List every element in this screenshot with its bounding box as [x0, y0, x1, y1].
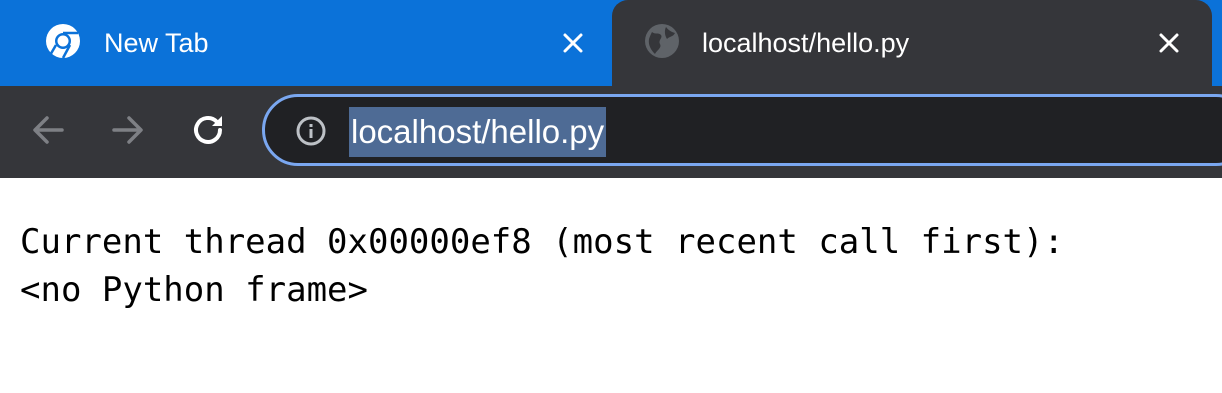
back-arrow-icon	[30, 112, 66, 153]
reload-button[interactable]	[182, 106, 234, 158]
forward-button[interactable]	[102, 106, 154, 158]
close-tab-icon[interactable]	[558, 28, 588, 58]
tab-title: New Tab	[104, 27, 209, 58]
tab-localhost-hello[interactable]: localhost/hello.py	[612, 0, 1212, 86]
tab-new-tab[interactable]: New Tab	[0, 0, 610, 86]
address-bar[interactable]: localhost/hello.py	[262, 94, 1222, 166]
browser-toolbar: localhost/hello.py	[0, 86, 1222, 178]
globe-icon	[644, 23, 680, 64]
traceback-line: <no Python frame>	[20, 270, 368, 310]
tabstrip-edge	[1212, 0, 1222, 86]
chrome-icon	[44, 22, 82, 65]
url-text[interactable]: localhost/hello.py	[349, 107, 607, 157]
info-icon[interactable]	[295, 115, 327, 147]
close-tab-icon[interactable]	[1154, 28, 1184, 58]
reload-icon	[189, 111, 227, 154]
tab-title: localhost/hello.py	[702, 27, 910, 58]
tab-strip: New Tab localhost/hello.py	[0, 0, 1222, 86]
page-content: Current thread 0x00000ef8 (most recent c…	[20, 218, 1200, 314]
back-button[interactable]	[22, 106, 74, 158]
forward-arrow-icon	[110, 112, 146, 153]
traceback-line: Current thread 0x00000ef8 (most recent c…	[20, 222, 1064, 262]
